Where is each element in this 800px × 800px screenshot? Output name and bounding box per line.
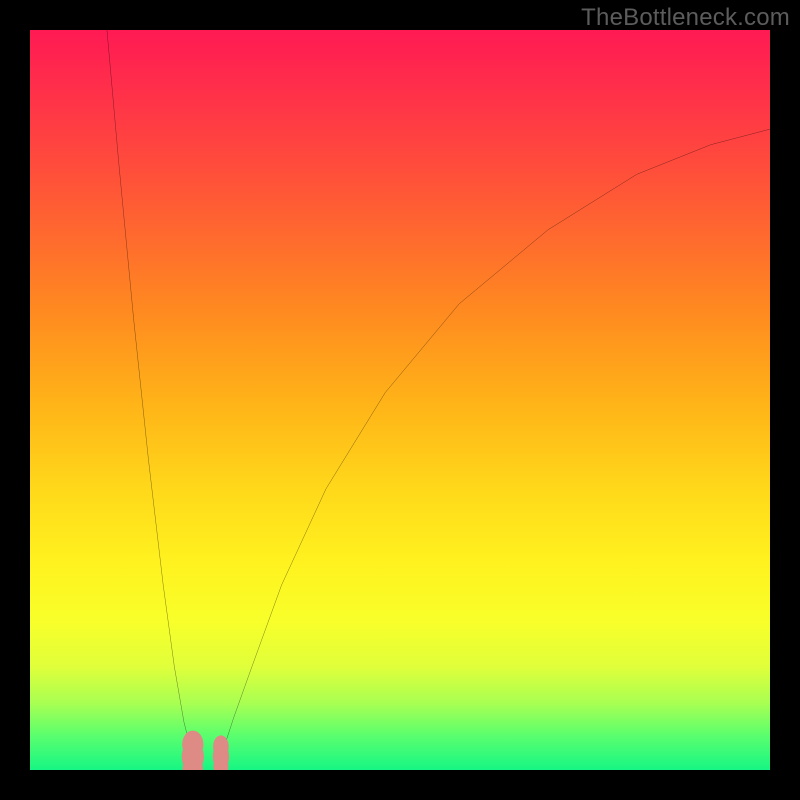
cluster-left	[182, 731, 204, 770]
right-curve	[215, 129, 770, 770]
chart-frame: TheBottleneck.com	[0, 0, 800, 800]
curve-layer	[30, 30, 770, 770]
curve-group	[107, 30, 770, 770]
marker-group	[182, 731, 229, 770]
left-curve	[107, 30, 200, 770]
cluster-right	[213, 735, 229, 770]
attribution-text: TheBottleneck.com	[581, 4, 790, 32]
plot-area	[30, 30, 770, 770]
